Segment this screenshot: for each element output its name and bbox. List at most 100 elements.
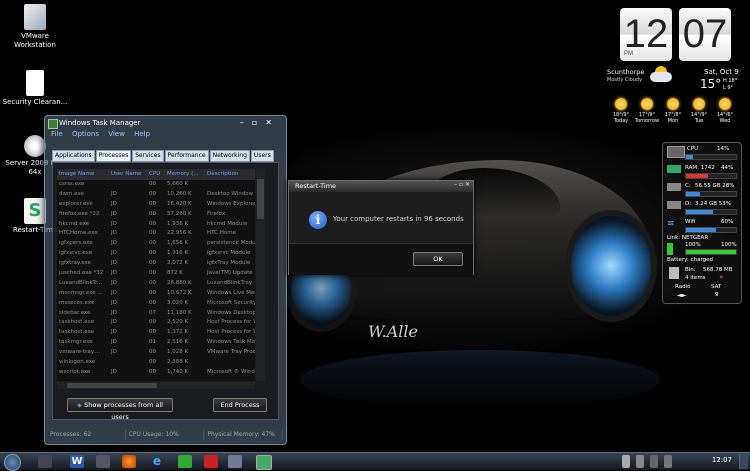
taskbar-clock[interactable]: 12:07 <box>712 456 732 464</box>
dialog-title[interactable]: Restart-Time <box>289 181 473 192</box>
process-row[interactable]: vmware-tray.... JD 00 1,028 K VMware Tray Pr… <box>57 348 255 358</box>
tray-icon[interactable] <box>622 455 630 468</box>
process-row[interactable]: igfxtray.exe JD 00 2,072 K igfxTray Module <box>57 259 255 269</box>
process-row[interactable]: dwm.exe JD 00 10,260 K Desktop Window M <box>57 190 255 200</box>
process-cell: JD <box>111 309 117 316</box>
process-list[interactable]: Image Name User Name CPU Memory (... Des… <box>57 169 255 381</box>
horizontal-scrollbar[interactable] <box>57 382 255 389</box>
menu-file[interactable]: File <box>51 130 63 138</box>
drive-c-bar-fill <box>686 192 700 196</box>
tab-processes[interactable]: Processes <box>95 150 132 162</box>
process-row[interactable]: wscript.exe JD 00 1,740 K Microsoft ® Wind <box>57 368 255 378</box>
show-desktop-button[interactable] <box>739 454 748 469</box>
show-all-processes-button[interactable]: ◈ Show processes from all users <box>67 398 173 421</box>
taskbar-app-icon[interactable] <box>204 455 218 468</box>
tray-icon[interactable] <box>650 455 658 468</box>
ok-button[interactable]: OK <box>413 252 463 266</box>
forecast-day-label: Tomorrow <box>634 118 660 124</box>
process-cell: 2,388 K <box>167 359 189 366</box>
status-bar: Processes: 62 CPU Usage: 10% Physical Me… <box>47 430 284 440</box>
task-manager-titlebar[interactable]: Windows Task Manager –▫✕ <box>45 116 286 130</box>
menu-options[interactable]: Options <box>72 130 99 138</box>
process-row[interactable]: taskhost.exe JD 00 2,520 K Host Process for … <box>57 318 255 328</box>
ie-icon[interactable]: e <box>150 455 164 468</box>
taskbar-app-icon[interactable] <box>228 455 242 468</box>
process-cell: 10,672 K <box>167 289 192 296</box>
tab-services[interactable]: Services <box>132 150 164 162</box>
process-cell: Firefox <box>207 210 226 217</box>
window-controls[interactable]: –▫✕ <box>240 116 280 130</box>
taskbar-app-icon[interactable] <box>178 455 192 468</box>
car-wheel-front <box>565 210 657 322</box>
tab-networking[interactable]: Networking <box>209 150 250 162</box>
process-row[interactable]: igfxpers.exe JD 00 1,656 K persistence Modul… <box>57 239 255 249</box>
dialog-close-controls[interactable]: – ▫ ✕ <box>454 181 470 188</box>
tab-performance[interactable]: Performance <box>164 150 209 162</box>
process-cell: JD <box>111 240 117 247</box>
task-manager-window[interactable]: Windows Task Manager –▫✕ File Options Vi… <box>44 115 287 445</box>
taskbar-app-icon[interactable] <box>96 455 110 468</box>
process-list-header: Image Name User Name CPU Memory (... Des… <box>57 169 255 180</box>
process-row[interactable]: sidebar.exe JD 07 11,180 K Windows Desktop <box>57 309 255 319</box>
task-manager-taskbar-icon[interactable] <box>256 455 272 470</box>
process-cell: taskmgr.exe <box>59 339 93 346</box>
scroll-thumb[interactable] <box>67 383 157 388</box>
column-description[interactable]: Description <box>205 169 255 180</box>
tab-users[interactable]: Users <box>250 150 274 162</box>
desktop-icon-security[interactable]: Security Clearan... <box>0 70 70 107</box>
recycle-bin-icon[interactable] <box>669 267 679 279</box>
desktop-icon-vmware[interactable]: VMware Workstation <box>0 4 70 50</box>
clock-ampm: PM <box>624 51 633 57</box>
sun-icon <box>641 98 653 110</box>
ram-bar-fill <box>686 174 708 178</box>
process-row[interactable]: msseces.exe JD 00 3,020 K Microsoft Security <box>57 299 255 309</box>
process-row[interactable]: HTCHome.exe JD 00 22,956 K HTC Home <box>57 229 255 239</box>
taskbar-folder-icon[interactable] <box>38 455 52 468</box>
process-cell: wscript.exe <box>59 368 91 375</box>
process-row[interactable]: hkcmd.exe JD 00 1,936 K hkcmd Module <box>57 220 255 230</box>
start-button[interactable] <box>4 454 21 471</box>
process-row[interactable]: LuxandBlinkTr... JD 00 28,880 K LuxandBlinkT… <box>57 279 255 289</box>
word-icon[interactable]: W <box>70 455 84 468</box>
process-cell: 00 <box>149 329 156 336</box>
process-cell: 00 <box>149 250 156 257</box>
process-row[interactable]: taskhost.exe JD 00 1,372 K Host Process for … <box>57 328 255 338</box>
process-row[interactable]: jusched.exe *32 JD 00 872 K Java(TM) Update <box>57 269 255 279</box>
battery-value-2: 100% <box>721 242 737 248</box>
process-cell: Host Process for W <box>207 329 255 336</box>
bin-label: Bin: <box>685 267 696 273</box>
process-cell: Desktop Window M <box>207 190 255 197</box>
process-row[interactable]: winlogon.exe 00 2,388 K <box>57 358 255 368</box>
bin-items: 4 items <box>685 275 706 281</box>
process-cell: Host Process for W <box>207 319 255 326</box>
process-row[interactable]: msnmsgr.exe ... JD 00 10,672 K Windows Live … <box>57 289 255 299</box>
end-process-button[interactable]: End Process <box>213 398 267 412</box>
tab-applications[interactable]: Applications <box>52 150 95 162</box>
process-row[interactable]: explorer.exe JD 00 16,420 K Windows Explorer <box>57 200 255 210</box>
process-row[interactable]: firefox.exe *32 JD 00 57,260 K Firefox <box>57 210 255 220</box>
vertical-scrollbar[interactable] <box>256 169 265 381</box>
process-row[interactable]: taskmgr.exe JD 01 2,516 K Windows Task Man <box>57 338 255 348</box>
restart-dialog[interactable]: Restart-Time – ▫ ✕ i Your computer resta… <box>288 180 474 275</box>
process-row[interactable]: csrss.exe 00 5,660 K <box>57 180 255 190</box>
process-cell: 1,936 K <box>167 220 189 227</box>
column-image-name[interactable]: Image Name <box>57 169 109 180</box>
process-row[interactable]: igfxsrvc.exe JD 00 1,916 K igfxsrvc Module <box>57 249 255 259</box>
column-memory[interactable]: Memory (... <box>165 169 205 180</box>
menu-view[interactable]: View <box>108 130 125 138</box>
column-cpu[interactable]: CPU <box>147 169 165 180</box>
system-monitor-gadget[interactable]: CPU 14% RAM: 1742 44% C: 56.55 GB 28% D:… <box>662 142 742 304</box>
radio-play-icon[interactable]: ◄► <box>677 292 686 299</box>
empty-bin-icon[interactable]: ✕ <box>719 275 724 281</box>
column-user-name[interactable]: User Name <box>109 169 147 180</box>
process-cell <box>205 180 255 190</box>
process-cell: 00 <box>149 349 156 356</box>
tray-icon[interactable] <box>664 455 672 468</box>
scroll-thumb[interactable] <box>257 179 264 219</box>
forecast-day-label: Wed <box>719 118 731 124</box>
process-cell: JD <box>111 339 117 346</box>
menu-help[interactable]: Help <box>134 130 150 138</box>
firefox-icon[interactable] <box>122 455 136 468</box>
process-cell: 2,072 K <box>167 260 189 267</box>
tray-icon[interactable] <box>636 455 644 468</box>
